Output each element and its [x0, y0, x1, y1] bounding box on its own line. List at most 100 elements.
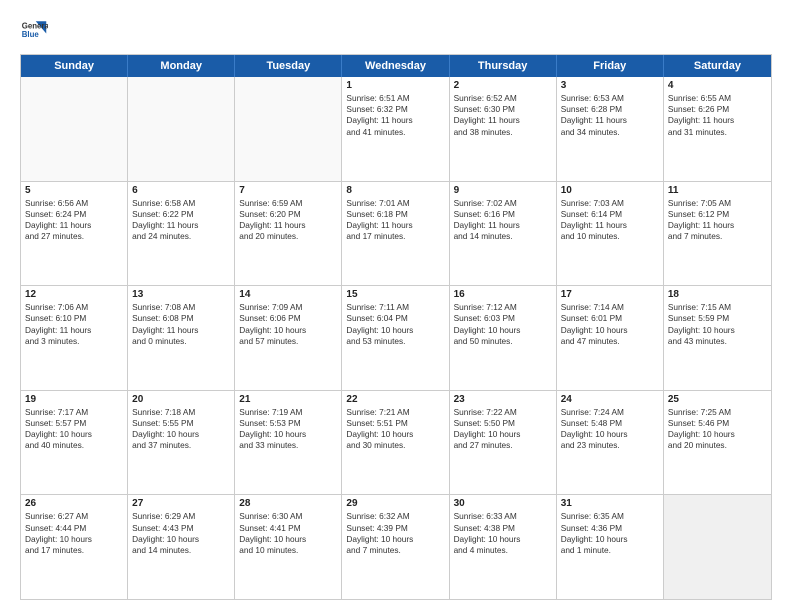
calendar-cell: 2Sunrise: 6:52 AMSunset: 6:30 PMDaylight… — [450, 77, 557, 181]
cell-line: Sunset: 5:48 PM — [561, 418, 659, 429]
logo-icon: General Blue — [20, 16, 48, 44]
cell-line: Daylight: 10 hours — [454, 429, 552, 440]
day-number: 11 — [668, 185, 767, 196]
cell-line: and 7 minutes. — [668, 231, 767, 242]
cell-line: and 10 minutes. — [239, 545, 337, 556]
cell-line: and 38 minutes. — [454, 127, 552, 138]
cell-line: Sunrise: 7:17 AM — [25, 407, 123, 418]
cell-line: Daylight: 10 hours — [25, 429, 123, 440]
cell-line: Sunset: 5:55 PM — [132, 418, 230, 429]
day-number: 24 — [561, 394, 659, 405]
day-number: 8 — [346, 185, 444, 196]
calendar-cell: 30Sunrise: 6:33 AMSunset: 4:38 PMDayligh… — [450, 495, 557, 599]
cell-line: Sunrise: 7:01 AM — [346, 198, 444, 209]
calendar-week-4: 19Sunrise: 7:17 AMSunset: 5:57 PMDayligh… — [21, 391, 771, 496]
cell-line: Daylight: 11 hours — [239, 220, 337, 231]
cell-line: and 40 minutes. — [25, 440, 123, 451]
cell-line: Sunset: 4:43 PM — [132, 523, 230, 534]
cell-line: Daylight: 10 hours — [25, 534, 123, 545]
day-number: 27 — [132, 498, 230, 509]
cell-line: Sunrise: 6:56 AM — [25, 198, 123, 209]
header: General Blue — [20, 16, 772, 44]
calendar-week-2: 5Sunrise: 6:56 AMSunset: 6:24 PMDaylight… — [21, 182, 771, 287]
calendar-cell — [664, 495, 771, 599]
day-number: 31 — [561, 498, 659, 509]
calendar-cell: 8Sunrise: 7:01 AMSunset: 6:18 PMDaylight… — [342, 182, 449, 286]
cell-line: Sunrise: 6:59 AM — [239, 198, 337, 209]
cell-line: Daylight: 11 hours — [454, 220, 552, 231]
cell-line: and 34 minutes. — [561, 127, 659, 138]
day-number: 30 — [454, 498, 552, 509]
calendar-cell: 9Sunrise: 7:02 AMSunset: 6:16 PMDaylight… — [450, 182, 557, 286]
cell-line: Sunset: 5:57 PM — [25, 418, 123, 429]
cell-line: Sunrise: 6:53 AM — [561, 93, 659, 104]
page: General Blue SundayMondayTuesdayWednesda… — [0, 0, 792, 612]
cell-line: Daylight: 10 hours — [132, 534, 230, 545]
cell-line: Sunset: 6:08 PM — [132, 313, 230, 324]
day-number: 19 — [25, 394, 123, 405]
cell-line: Daylight: 10 hours — [346, 429, 444, 440]
cell-line: and 17 minutes. — [346, 231, 444, 242]
svg-text:General: General — [22, 21, 48, 30]
cell-line: Daylight: 10 hours — [132, 429, 230, 440]
calendar-week-3: 12Sunrise: 7:06 AMSunset: 6:10 PMDayligh… — [21, 286, 771, 391]
cell-line: Sunset: 5:50 PM — [454, 418, 552, 429]
day-number: 29 — [346, 498, 444, 509]
cell-line: Sunrise: 7:08 AM — [132, 302, 230, 313]
calendar-cell: 28Sunrise: 6:30 AMSunset: 4:41 PMDayligh… — [235, 495, 342, 599]
cell-line: Sunrise: 7:22 AM — [454, 407, 552, 418]
calendar-cell: 27 Sunrise: 6:29 AMSunset: 4:43 PMDayligh… — [128, 495, 235, 599]
cell-line: Daylight: 11 hours — [668, 220, 767, 231]
cell-line: Daylight: 10 hours — [346, 534, 444, 545]
cell-line: Sunrise: 6:27 AM — [25, 511, 123, 522]
calendar-week-1: 1Sunrise: 6:51 AMSunset: 6:32 PMDaylight… — [21, 77, 771, 182]
calendar-cell: 26Sunrise: 6:27 AMSunset: 4:44 PMDayligh… — [21, 495, 128, 599]
cell-line: Daylight: 10 hours — [454, 325, 552, 336]
cell-line: Sunrise: 6:55 AM — [668, 93, 767, 104]
cell-line: Daylight: 10 hours — [239, 534, 337, 545]
cell-line: Sunrise: 7:25 AM — [668, 407, 767, 418]
day-number: 3 — [561, 80, 659, 91]
calendar-cell — [128, 77, 235, 181]
day-number: 10 — [561, 185, 659, 196]
calendar-week-5: 26Sunrise: 6:27 AMSunset: 4:44 PMDayligh… — [21, 495, 771, 599]
cell-line: Sunset: 6:32 PM — [346, 104, 444, 115]
cell-line: Sunset: 6:14 PM — [561, 209, 659, 220]
header-day-thursday: Thursday — [450, 55, 557, 77]
cell-line: Daylight: 11 hours — [454, 115, 552, 126]
cell-line: Daylight: 10 hours — [454, 534, 552, 545]
cell-line: Sunrise: 6:52 AM — [454, 93, 552, 104]
day-number: 22 — [346, 394, 444, 405]
cell-line: Daylight: 10 hours — [239, 325, 337, 336]
calendar-cell: 5Sunrise: 6:56 AMSunset: 6:24 PMDaylight… — [21, 182, 128, 286]
cell-line: Sunset: 6:04 PM — [346, 313, 444, 324]
cell-line: Daylight: 11 hours — [561, 115, 659, 126]
cell-line: and 57 minutes. — [239, 336, 337, 347]
calendar-body: 1Sunrise: 6:51 AMSunset: 6:32 PMDaylight… — [21, 77, 771, 599]
day-number: 15 — [346, 289, 444, 300]
day-number: 16 — [454, 289, 552, 300]
day-number: 7 — [239, 185, 337, 196]
calendar-cell: 18Sunrise: 7:15 AMSunset: 5:59 PMDayligh… — [664, 286, 771, 390]
cell-line: Sunset: 4:44 PM — [25, 523, 123, 534]
cell-line: Daylight: 10 hours — [561, 325, 659, 336]
calendar-cell: 10Sunrise: 7:03 AMSunset: 6:14 PMDayligh… — [557, 182, 664, 286]
cell-line: Sunrise: 7:14 AM — [561, 302, 659, 313]
cell-line: Sunrise: 6:29 AM — [132, 511, 230, 522]
cell-line: Sunset: 5:59 PM — [668, 313, 767, 324]
cell-line: and 50 minutes. — [454, 336, 552, 347]
cell-line: Sunset: 6:22 PM — [132, 209, 230, 220]
header-day-tuesday: Tuesday — [235, 55, 342, 77]
cell-line: Daylight: 11 hours — [668, 115, 767, 126]
cell-line: Sunset: 4:41 PM — [239, 523, 337, 534]
day-number: 13 — [132, 289, 230, 300]
cell-line: Sunset: 4:36 PM — [561, 523, 659, 534]
calendar-cell: 20Sunrise: 7:18 AMSunset: 5:55 PMDayligh… — [128, 391, 235, 495]
day-number: 23 — [454, 394, 552, 405]
day-number: 20 — [132, 394, 230, 405]
cell-line: and 33 minutes. — [239, 440, 337, 451]
calendar-cell: 16Sunrise: 7:12 AMSunset: 6:03 PMDayligh… — [450, 286, 557, 390]
calendar-cell: 12Sunrise: 7:06 AMSunset: 6:10 PMDayligh… — [21, 286, 128, 390]
day-number: 4 — [668, 80, 767, 91]
cell-line: Daylight: 11 hours — [132, 220, 230, 231]
